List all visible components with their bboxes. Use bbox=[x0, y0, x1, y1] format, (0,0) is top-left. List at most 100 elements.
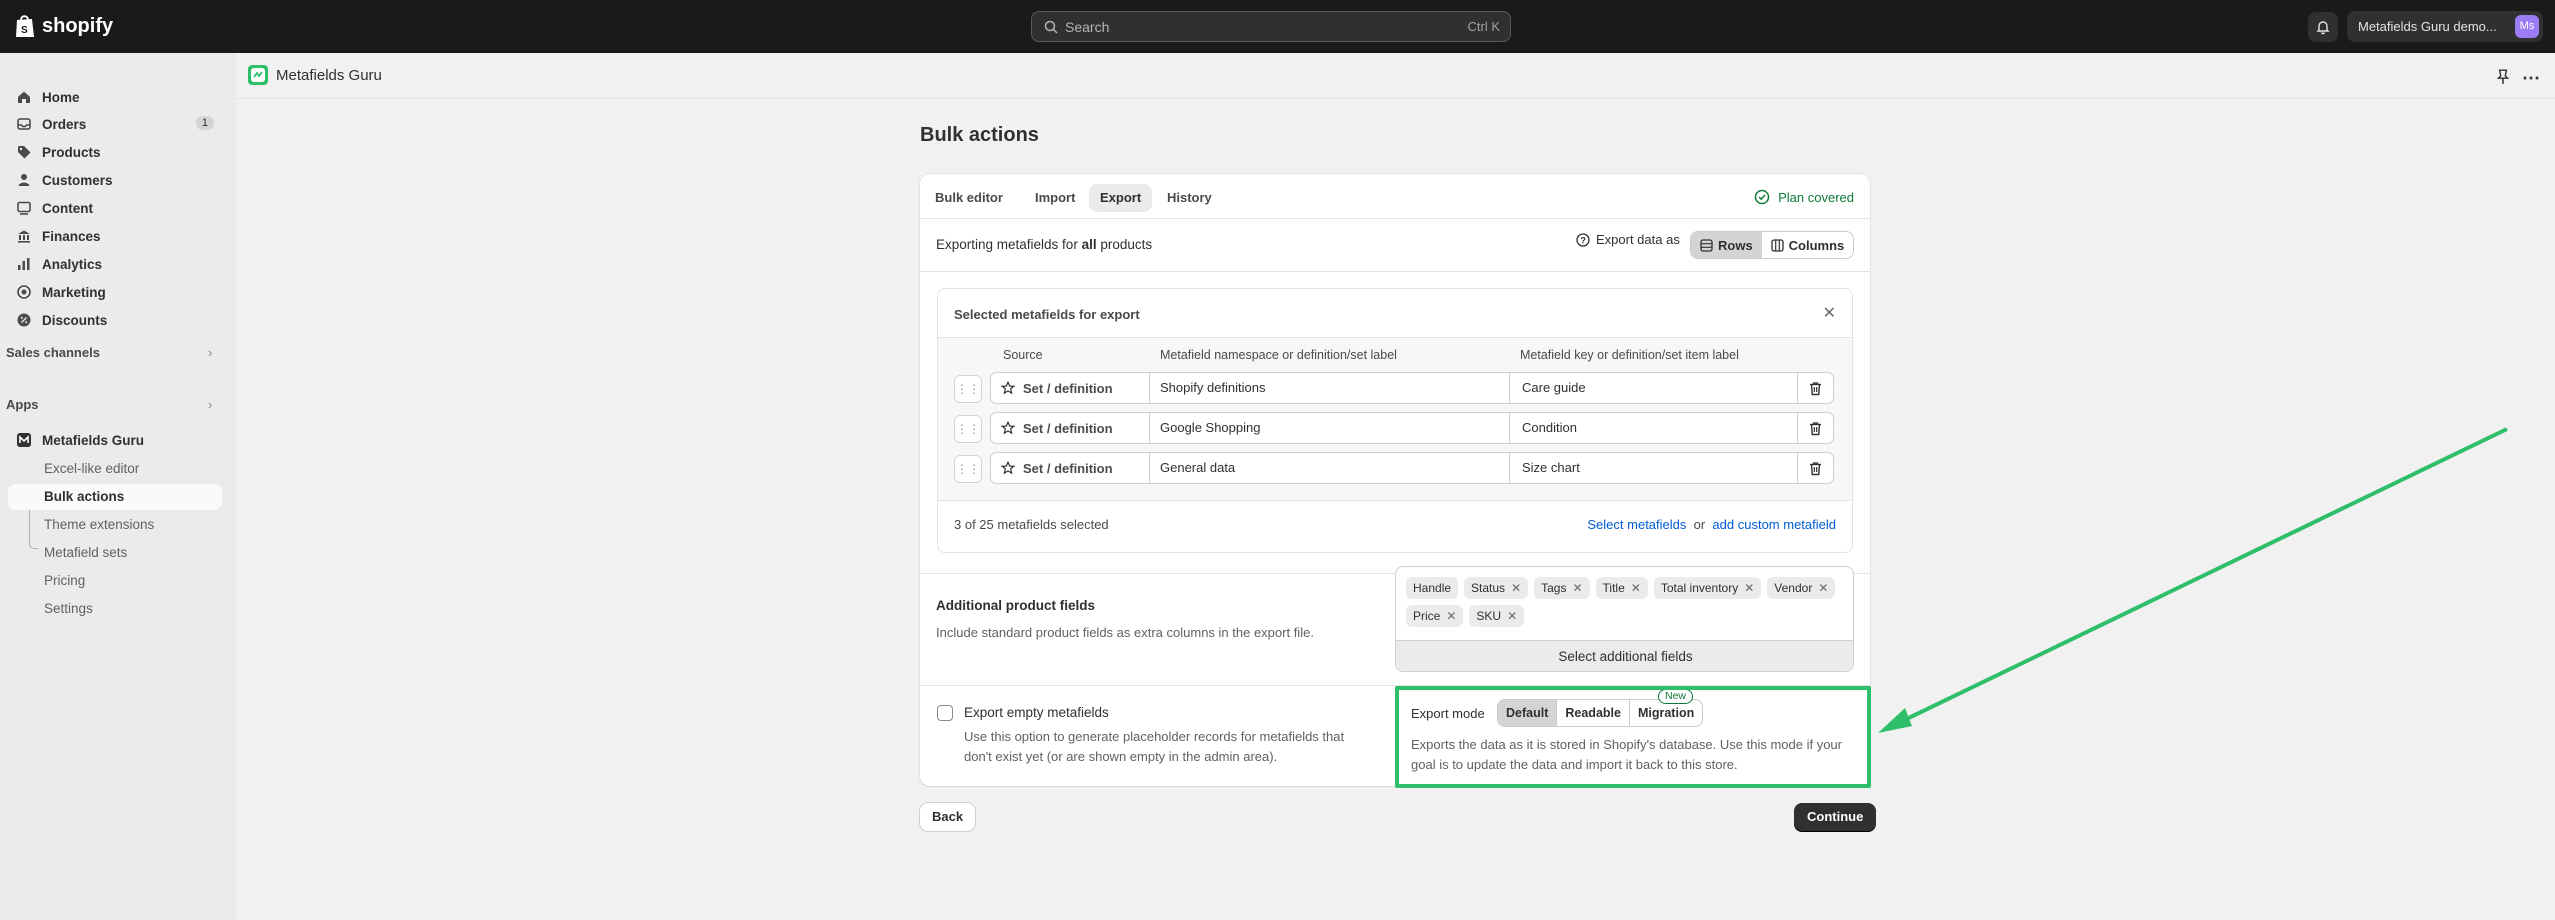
page-title: Bulk actions bbox=[920, 124, 1039, 146]
select-additional-fields-button[interactable]: Select additional fields bbox=[1396, 640, 1853, 671]
sidebar-item-orders[interactable]: Orders 1 bbox=[8, 111, 222, 137]
tab-export[interactable]: Export bbox=[1089, 184, 1153, 212]
source-select[interactable]: Set / definition bbox=[990, 372, 1150, 404]
delete-row-button[interactable] bbox=[1798, 412, 1834, 444]
remove-chip-icon[interactable]: ✕ bbox=[1511, 581, 1521, 595]
namespace-field[interactable]: Shopify definitions bbox=[1150, 372, 1510, 404]
target-icon bbox=[16, 284, 32, 300]
export-empty-label[interactable]: Export empty metafields bbox=[964, 705, 1109, 720]
shopify-logo[interactable]: S shopify bbox=[14, 13, 113, 39]
sidebar-item-products[interactable]: Products bbox=[8, 139, 222, 165]
sidebar-item-metafields-guru[interactable]: Metafields Guru bbox=[8, 427, 222, 453]
export-as-label[interactable]: ? Export data as bbox=[1576, 232, 1680, 247]
namespace-field[interactable]: General data bbox=[1150, 452, 1510, 484]
chip-label: Price bbox=[1413, 609, 1441, 623]
top-bar: S shopify Search Ctrl K Metafields Guru … bbox=[0, 0, 2555, 53]
pin-icon[interactable] bbox=[2495, 69, 2511, 85]
sidebar-item-finances[interactable]: Finances bbox=[8, 223, 222, 249]
sidebar-item-home[interactable]: Home bbox=[8, 84, 222, 110]
sidebar-subitem-theme-extensions[interactable]: Theme extensions bbox=[44, 517, 154, 532]
tab-import[interactable]: Import bbox=[1024, 184, 1086, 212]
rows-option[interactable]: Rows bbox=[1691, 232, 1762, 258]
continue-button[interactable]: Continue bbox=[1794, 803, 1877, 831]
app-title-bar: Metafields Guru ⋯ bbox=[236, 53, 2555, 99]
metafields-table: Source Metafield namespace or definition… bbox=[938, 337, 1852, 501]
chip-label: Status bbox=[1471, 581, 1506, 595]
key-field[interactable]: Condition bbox=[1510, 412, 1798, 444]
chip-handle: Handle bbox=[1406, 577, 1459, 599]
selected-metafields-panel: Selected metafields for export ✕ Source … bbox=[937, 288, 1853, 553]
remove-chip-icon[interactable]: ✕ bbox=[1446, 609, 1456, 623]
remove-chip-icon[interactable]: ✕ bbox=[1572, 581, 1582, 595]
add-custom-metafield-link[interactable]: add custom metafield bbox=[1712, 517, 1836, 532]
tab-bulk-editor[interactable]: Bulk editor bbox=[924, 184, 1014, 212]
sidebar-item-discounts[interactable]: Discounts bbox=[8, 307, 222, 333]
delete-row-button[interactable] bbox=[1798, 452, 1834, 484]
account-name: Metafields Guru demo... bbox=[2358, 19, 2497, 34]
person-icon bbox=[16, 172, 32, 188]
drag-handle-icon[interactable]: ⋮⋮ bbox=[954, 375, 982, 403]
bank-icon bbox=[16, 228, 32, 244]
sidebar-subitem-metafield-sets[interactable]: Metafield sets bbox=[44, 545, 127, 560]
key-field[interactable]: Size chart bbox=[1510, 452, 1798, 484]
home-icon bbox=[16, 89, 32, 105]
export-as-toggle: Rows Columns bbox=[1690, 231, 1855, 259]
columns-icon bbox=[1771, 238, 1784, 252]
export-empty-description: Use this option to generate placeholder … bbox=[964, 729, 1345, 764]
key-field[interactable]: Care guide bbox=[1510, 372, 1798, 404]
chip-status: Status ✕ bbox=[1464, 577, 1529, 599]
sidebar-subitem-settings[interactable]: Settings bbox=[44, 601, 93, 616]
remove-chip-icon[interactable]: ✕ bbox=[1631, 581, 1641, 595]
apps-section[interactable]: Apps › bbox=[6, 397, 220, 412]
search-input[interactable]: Search Ctrl K bbox=[1031, 11, 1511, 42]
export-empty-checkbox[interactable] bbox=[937, 705, 953, 721]
sales-channels-section[interactable]: Sales channels › bbox=[6, 345, 220, 360]
sidebar-item-label: Customers bbox=[42, 172, 113, 188]
select-metafields-link[interactable]: Select metafields bbox=[1587, 517, 1686, 532]
plan-status-label: Plan covered bbox=[1778, 189, 1854, 205]
table-row: ⋮⋮ Set / definition General data Size ch… bbox=[954, 452, 1836, 484]
more-actions-icon[interactable]: ⋯ bbox=[2522, 68, 2541, 89]
or-text: or bbox=[1693, 517, 1706, 532]
chevron-right-icon: › bbox=[208, 345, 213, 360]
namespace-field[interactable]: Google Shopping bbox=[1150, 412, 1510, 444]
export-as-text: Export data as bbox=[1596, 232, 1680, 247]
drag-handle-icon[interactable]: ⋮⋮ bbox=[954, 455, 982, 483]
delete-row-button[interactable] bbox=[1798, 372, 1834, 404]
account-menu[interactable]: Metafields Guru demo... Ms bbox=[2347, 11, 2543, 42]
source-select[interactable]: Set / definition bbox=[990, 412, 1150, 444]
sidebar-subitem-excel-like-editor[interactable]: Excel-like editor bbox=[44, 461, 139, 476]
tab-history[interactable]: History bbox=[1156, 184, 1223, 212]
sidebar-item-content[interactable]: Content bbox=[8, 195, 222, 221]
chip-label: Tags bbox=[1541, 581, 1567, 595]
sidebar-subitem-bulk-actions[interactable]: Bulk actions bbox=[8, 484, 222, 510]
section-label: Sales channels bbox=[6, 345, 100, 360]
remove-chip-icon[interactable]: ✕ bbox=[1818, 581, 1828, 595]
sidebar-item-marketing[interactable]: Marketing bbox=[8, 279, 222, 305]
source-select[interactable]: Set / definition bbox=[990, 452, 1150, 484]
chip-label: SKU bbox=[1476, 609, 1502, 623]
star-icon bbox=[1001, 381, 1015, 395]
search-icon bbox=[1044, 20, 1058, 34]
chip-label: Handle bbox=[1413, 581, 1452, 595]
sidebar-item-analytics[interactable]: Analytics bbox=[8, 251, 222, 277]
chip-total-inventory: Total inventory ✕ bbox=[1653, 577, 1762, 599]
drag-handle-icon[interactable]: ⋮⋮ bbox=[954, 415, 982, 443]
table-row: ⋮⋮ Set / definition Google Shopping Cond… bbox=[954, 412, 1836, 444]
columns-option[interactable]: Columns bbox=[1762, 232, 1854, 258]
sidebar-item-label: Analytics bbox=[42, 256, 103, 272]
sidebar-item-customers[interactable]: Customers bbox=[8, 167, 222, 193]
tag-icon bbox=[16, 144, 32, 160]
sidebar: Home Orders 1 Products Customers Content… bbox=[0, 53, 236, 920]
star-icon bbox=[1001, 421, 1015, 435]
remove-chip-icon[interactable]: ✕ bbox=[1744, 581, 1754, 595]
sidebar-subitem-pricing[interactable]: Pricing bbox=[44, 573, 85, 588]
back-button[interactable]: Back bbox=[920, 803, 976, 831]
remove-chip-icon[interactable]: ✕ bbox=[1507, 609, 1517, 623]
app-title: Metafields Guru bbox=[276, 67, 382, 84]
chip-title: Title ✕ bbox=[1595, 577, 1648, 599]
notifications-button[interactable] bbox=[2308, 12, 2338, 42]
close-icon[interactable]: ✕ bbox=[1823, 303, 1836, 323]
additional-fields-description: Include standard product fields as extra… bbox=[936, 625, 1314, 640]
field-chips: Handle Status ✕ Tags ✕ Title ✕ Total invent… bbox=[1406, 577, 1846, 627]
